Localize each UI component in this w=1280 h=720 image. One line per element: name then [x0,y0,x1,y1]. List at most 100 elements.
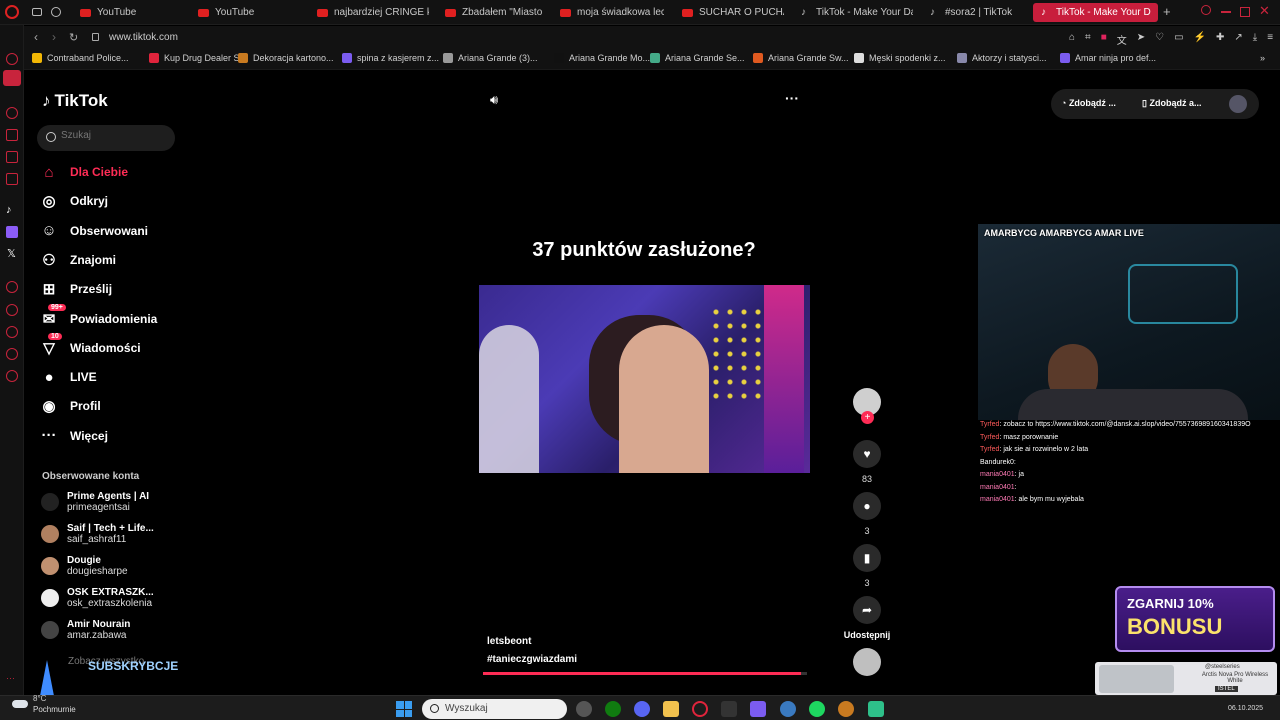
nav-item[interactable]: ⊞ Prześlij [40,280,112,298]
vpn-icon[interactable] [51,7,61,17]
taskbar-app-xbox-icon[interactable] [605,701,621,717]
video-hashtag[interactable]: #tanieczgwiazdami [487,654,577,665]
taskbar-app-opera-icon[interactable] [692,701,708,717]
sidebar-player-icon[interactable] [6,281,18,293]
sidebar-more-icon[interactable]: ··· [6,673,15,683]
nav-item[interactable]: ◉ Profil [40,397,100,415]
share-button[interactable]: ➦ [853,596,881,624]
bookmark-item[interactable]: Amar ninja pro def... [1060,53,1156,63]
like-button[interactable]: ♥ [853,440,881,468]
taskbar-app-c-icon[interactable] [780,701,796,717]
taskbar-search[interactable]: Wyszukaj [422,699,567,719]
bookmarks-overflow-icon[interactable]: » [1260,53,1265,63]
opera-logo-icon[interactable] [5,5,19,19]
browser-tab[interactable]: ♪ TikTok - Make Your Day [793,3,913,22]
followed-account[interactable]: OSK EXTRASZK... osk_extraszkolenia [41,587,154,609]
video-player[interactable] [479,285,810,473]
bookmark-item[interactable]: Ariana Grande Mo... [554,53,650,63]
download-icon[interactable]: ⤓ [1253,32,1257,47]
nav-item[interactable]: ··· Więcej [40,427,108,445]
follow-plus-icon[interactable]: + [861,411,874,424]
screenshot-icon[interactable]: ⌗ [1085,32,1091,47]
bookmark-item[interactable]: Contraband Police... [32,53,129,63]
nav-item[interactable]: ◎ Odkryj [40,192,108,210]
search-box[interactable] [37,125,175,151]
user-avatar[interactable] [1229,95,1247,113]
bookmark-icon[interactable]: ⌂ [1069,32,1075,47]
browser-tab[interactable]: moja świadkowa leci n [552,3,664,22]
shield-icon[interactable]: ■ [1101,32,1107,47]
comment-button[interactable]: ● [853,492,881,520]
sidebar-download-icon[interactable] [6,348,18,360]
taskbar-app-files-icon[interactable] [663,701,679,717]
nav-item[interactable]: ✉ 99+ Powiadomienia [40,303,157,328]
wallet-icon[interactable]: ▭ [1174,32,1183,47]
bookmark-item[interactable]: spina z kasjerem z... [342,53,439,63]
taskbar-app-spotify-icon[interactable] [809,701,825,717]
volume-icon[interactable]: 🔊︎ [490,92,498,108]
browser-tab[interactable]: Zbadałem "Miasto Mon [437,3,545,22]
sidebar-bag-icon[interactable] [6,129,18,141]
nav-item[interactable]: ● LIVE [40,368,96,386]
nav-item[interactable]: ▽ 10 Wiadomości [40,332,141,357]
save-button[interactable]: ▮ [853,544,881,572]
bookmark-item[interactable]: Męski spodenki z... [854,53,946,63]
sidebar-messenger-icon[interactable] [3,70,21,86]
followed-account[interactable]: Prime Agents | AI primeagentsai [41,491,149,513]
followed-account[interactable]: Saif | Tech + Life... saif_ashraf11 [41,523,154,545]
get-coins-button[interactable]: ◔ Zdobądź ... [1061,98,1116,108]
new-tab-icon[interactable]: + [1163,4,1171,19]
send-icon[interactable]: ➤ [1137,32,1145,47]
more-options-icon[interactable]: ··· [785,90,799,106]
bookmark-item[interactable]: Aktorzy i statysci... [957,53,1047,63]
browser-tab[interactable]: YouTube [190,3,300,22]
weather-desc[interactable]: Pochmurnie [33,705,76,714]
sidebar-x-icon[interactable]: 𝕏 [7,247,16,260]
browser-tab[interactable]: YouTube [72,3,182,22]
taskbar-app-discord-icon[interactable] [634,701,650,717]
minimize-icon[interactable] [1221,11,1231,13]
sidebar-clock-icon[interactable] [6,326,18,338]
get-app-button[interactable]: ▯ Zdobądź a... [1142,98,1201,109]
forward-icon[interactable]: › [52,30,56,44]
browser-tab[interactable]: ♪ #sora2 | TikTok [922,3,1027,22]
weather-temp[interactable]: 8°C [33,694,46,703]
puzzle-icon[interactable]: ✚ [1216,32,1224,47]
bookmark-item[interactable]: Dekoracja kartono... [238,53,334,63]
maximize-icon[interactable] [1240,7,1250,17]
heart-icon[interactable]: ♡ [1155,32,1164,47]
sidebar-heart-icon[interactable] [6,304,18,316]
search-tabs-icon[interactable] [1201,5,1211,15]
music-disc-icon[interactable] [853,648,881,676]
translate-icon[interactable]: 文 [1117,32,1127,47]
sidebar-home-icon[interactable] [6,53,18,65]
nav-item[interactable]: ☺ Obserwowani [40,222,148,240]
sidebar-settings-icon[interactable] [6,370,18,382]
reload-icon[interactable]: ↻ [69,31,78,44]
browser-tab[interactable]: najbardziej CRINGE kon [309,3,429,22]
video-progress-track[interactable] [483,672,807,675]
menu-icon[interactable]: ≡ [1267,32,1273,47]
taskbar-app-live-icon[interactable] [721,701,737,717]
taskbar-app-gamepad-icon[interactable] [750,701,766,717]
browser-tab[interactable]: SUCHAR O PUCHACZU [674,3,784,22]
bookmark-item[interactable]: Ariana Grande Se... [650,53,745,63]
close-icon[interactable]: ✕ [1259,3,1270,19]
sidebar-mail-icon[interactable] [6,173,18,185]
sidebar-tiktok-icon[interactable]: ♪ [6,204,12,216]
search-input[interactable] [61,130,161,141]
nav-item[interactable]: ⚇ Znajomi [40,251,116,269]
browser-tab[interactable]: ♪ TikTok - Make Your D [1033,3,1158,22]
bookmark-item[interactable]: Kup Drug Dealer S... [149,53,247,63]
followed-account[interactable]: Amir Nourain amar.zabawa [41,619,130,641]
video-author[interactable]: letsbeont [487,636,531,647]
bookmark-item[interactable]: Ariana Grande (3)... [443,53,538,63]
sidebar-twitch-icon[interactable] [6,226,18,238]
taskbar-app-notepad-icon[interactable] [868,701,884,717]
back-icon[interactable]: ‹ [34,30,38,44]
bookmark-item[interactable]: Ariana Grande Sw... [753,53,849,63]
tiktok-logo[interactable]: ♪ TikTok [42,91,108,111]
workspaces-icon[interactable] [32,8,42,16]
share-icon[interactable]: ↗ [1234,32,1242,47]
sidebar-news-icon[interactable] [6,151,18,163]
